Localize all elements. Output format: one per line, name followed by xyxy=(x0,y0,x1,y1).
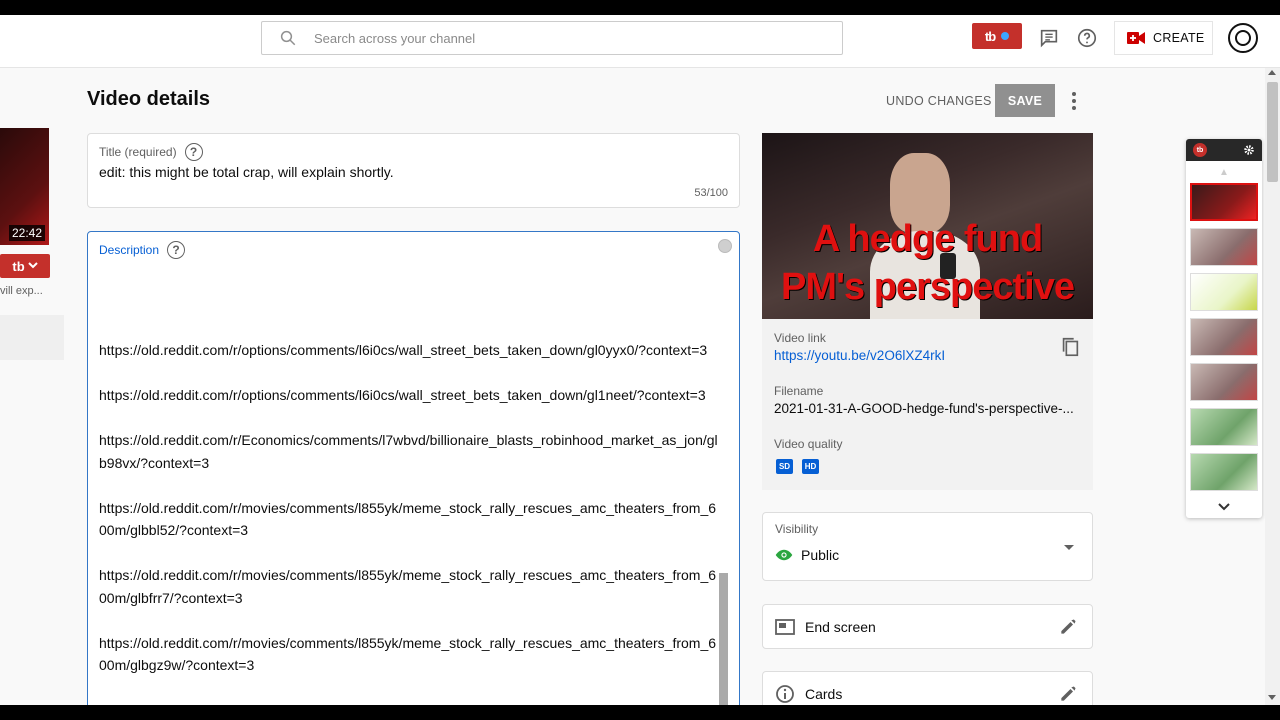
quality-badges: SD HD xyxy=(776,459,819,474)
end-screen-row[interactable]: End screen xyxy=(762,604,1093,649)
title-char-count: 53/100 xyxy=(694,187,728,199)
scroll-down-icon[interactable] xyxy=(1268,695,1276,700)
title-help-icon[interactable]: ? xyxy=(184,143,203,161)
hd-badge: HD xyxy=(802,459,819,474)
title-label-row: Title (required) ? xyxy=(99,143,203,161)
sidebar-video-thumbnail[interactable]: 22:42 xyxy=(0,128,49,245)
description-link[interactable]: https://old.reddit.com/r/movies/comments… xyxy=(99,564,721,609)
top-black-bar xyxy=(0,0,1280,15)
description-clipped-line xyxy=(99,248,721,254)
visibility-value-row: Public xyxy=(775,546,839,564)
title-value[interactable]: edit: this might be total crap, will exp… xyxy=(99,164,394,180)
video-link[interactable]: https://youtu.be/v2O6lXZ4rkI xyxy=(774,348,945,363)
description-link[interactable]: https://old.reddit.com/r/Economics/comme… xyxy=(99,429,721,474)
scroll-up-icon[interactable] xyxy=(1268,70,1276,75)
title-label: Title (required) xyxy=(99,145,177,159)
sidebar-tubebuddy-menu[interactable]: tb xyxy=(0,254,50,278)
description-text[interactable]: https://old.reddit.com/r/options/comment… xyxy=(99,248,721,708)
title-field[interactable]: Title (required) ? edit: this might be t… xyxy=(87,133,740,208)
chevron-up-icon[interactable]: ▲ xyxy=(1186,161,1262,183)
end-screen-label: End screen xyxy=(805,618,876,635)
video-quality-label: Video quality xyxy=(774,437,843,451)
sidebar-tubebuddy-logo: tb xyxy=(12,258,25,274)
description-link[interactable]: https://old.reddit.com/r/movies/comments… xyxy=(99,632,721,677)
more-options-icon[interactable] xyxy=(1064,89,1084,113)
create-label: CREATE xyxy=(1153,31,1205,45)
description-link[interactable]: https://old.reddit.com/r/options/comment… xyxy=(99,384,721,407)
feedback-icon[interactable] xyxy=(1038,27,1060,49)
save-button[interactable]: SAVE xyxy=(995,84,1055,117)
dropdown-arrow-icon xyxy=(1064,545,1074,550)
description-link[interactable]: https://old.reddit.com/r/movies/comments… xyxy=(99,497,721,542)
page-title: Video details xyxy=(87,88,211,110)
avatar-emblem xyxy=(1235,30,1251,46)
tubebuddy-thumb-option[interactable] xyxy=(1190,363,1258,401)
cards-label: Cards xyxy=(805,685,843,702)
studio-header: tb CREATE xyxy=(0,15,1280,68)
search-icon xyxy=(280,30,296,46)
chevron-down-icon xyxy=(27,262,38,269)
account-avatar[interactable] xyxy=(1228,23,1258,53)
help-icon[interactable] xyxy=(1076,27,1098,49)
sd-badge: SD xyxy=(776,459,793,474)
thumbnail-caption-line1: A hedge fund xyxy=(812,218,1043,260)
tubebuddy-button[interactable]: tb xyxy=(972,23,1022,49)
tubebuddy-thumb-option[interactable] xyxy=(1190,183,1258,221)
video-preview-card: A hedge fund PM's perspective Video link… xyxy=(762,133,1093,490)
visibility-value: Public xyxy=(801,547,840,563)
page-scrollbar-thumb[interactable] xyxy=(1267,82,1278,182)
tubebuddy-thumb-option[interactable] xyxy=(1190,228,1258,266)
sidebar-active-item[interactable] xyxy=(0,315,64,360)
copy-icon[interactable] xyxy=(1059,336,1081,358)
video-camera-icon xyxy=(1127,32,1145,44)
video-thumbnail[interactable]: A hedge fund PM's perspective xyxy=(762,133,1093,319)
tubebuddy-logo: tb xyxy=(984,28,996,44)
description-scrollbar[interactable] xyxy=(719,573,728,705)
filename-value: 2021-01-31-A-GOOD-hedge-fund's-perspecti… xyxy=(774,401,1074,416)
thumbnail-caption-line2: PM's perspective xyxy=(781,266,1075,308)
undo-changes-button[interactable]: UNDO CHANGES xyxy=(878,84,1000,117)
channel-search[interactable] xyxy=(261,21,843,55)
visibility-label: Visibility xyxy=(775,522,819,536)
visibility-dropdown[interactable]: Visibility Public xyxy=(762,512,1093,581)
description-link[interactable]: https://old.reddit.com/r/options/comment… xyxy=(99,339,721,362)
chevron-down-icon[interactable] xyxy=(1186,498,1262,516)
end-screen-icon xyxy=(775,618,795,635)
video-duration: 22:42 xyxy=(8,225,45,241)
video-link-label: Video link xyxy=(774,331,826,345)
eye-icon xyxy=(775,549,793,561)
sidebar-video-title-snippet: vill exp... xyxy=(0,285,43,297)
search-input[interactable] xyxy=(314,30,794,46)
edit-cards-icon[interactable] xyxy=(1058,684,1078,704)
filename-label: Filename xyxy=(774,384,824,398)
tubebuddy-thumb-option[interactable] xyxy=(1190,408,1258,446)
tubebuddy-status-dot xyxy=(1001,32,1010,40)
tubebuddy-thumbnail-panel: tb ▲ xyxy=(1186,139,1262,518)
description-field[interactable]: Description ? https://old.reddit.com/r/o… xyxy=(87,231,740,711)
tubebuddy-mini-logo: tb xyxy=(1193,143,1207,157)
tubebuddy-thumb-option[interactable] xyxy=(1190,273,1258,311)
bottom-black-bar xyxy=(0,705,1280,720)
create-button[interactable]: CREATE xyxy=(1114,21,1213,55)
gear-icon[interactable] xyxy=(1243,144,1255,156)
tubebuddy-thumb-option[interactable] xyxy=(1190,453,1258,491)
tubebuddy-thumb-option[interactable] xyxy=(1190,318,1258,356)
info-icon xyxy=(776,684,794,703)
tubebuddy-panel-header: tb xyxy=(1186,139,1262,161)
edit-end-screen-icon[interactable] xyxy=(1058,617,1078,637)
